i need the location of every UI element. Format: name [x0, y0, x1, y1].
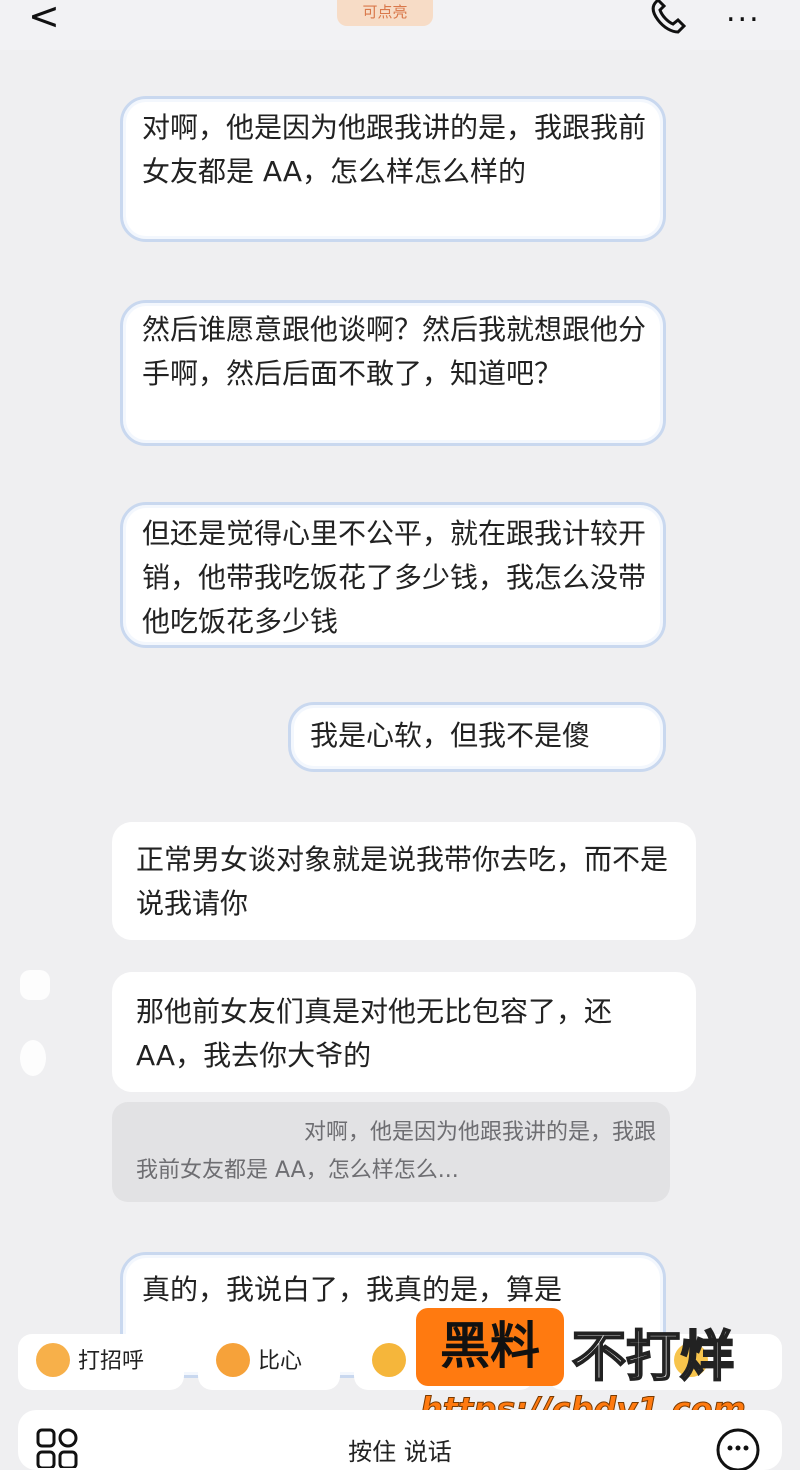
- quick-reply-greet[interactable]: 打招呼: [18, 1334, 184, 1390]
- smile-emoji-icon: [36, 1343, 70, 1377]
- quick-reply-label: 打招呼: [78, 1349, 145, 1374]
- watermark-box: 黑料: [416, 1308, 564, 1386]
- message-text: 然后谁愿意跟他谈啊？然后我就想跟他分手啊，然后后面不敢了，知道吧？: [142, 313, 647, 390]
- partial-element: [20, 1040, 46, 1076]
- hold-to-talk-button[interactable]: 按住 说话: [18, 1432, 782, 1467]
- keyboard-icon[interactable]: [714, 1426, 762, 1470]
- chat-header: < 可点亮 ...: [0, 0, 800, 50]
- heart-hands-emoji-icon: [216, 1343, 250, 1377]
- partial-element: [20, 970, 50, 1000]
- quote-text: 对啊，他是因为他跟我讲的是，我跟我前女友都是 AA，怎么样怎么...: [136, 1120, 657, 1183]
- back-icon[interactable]: <: [28, 0, 60, 35]
- more-icon[interactable]: ...: [726, 0, 761, 27]
- quick-reply-label: 比心: [258, 1349, 303, 1374]
- phone-icon[interactable]: [648, 0, 690, 34]
- message-text: 那他前女友们真是对他无比包容了，还 AA，我去你大爷的: [136, 995, 613, 1072]
- message-text: 我是心软，但我不是傻: [310, 719, 591, 752]
- quoted-message[interactable]: 对啊，他是因为他跟我讲的是，我跟我前女友都是 AA，怎么样怎么...: [112, 1102, 670, 1202]
- message-text: 对啊，他是因为他跟我讲的是，我跟我前女友都是 AA，怎么样怎么样的: [142, 111, 647, 188]
- thumbs-up-emoji-icon: [372, 1343, 406, 1377]
- message-text: 正常男女谈对象就是说我带你去吃，而不是说我请你: [136, 843, 669, 920]
- quick-reply-heart[interactable]: 比心: [198, 1334, 340, 1390]
- message-text: 但还是觉得心里不公平，就在跟我计较开销，他带我吃饭花了多少钱，我怎么没带他吃饭花…: [142, 517, 647, 638]
- watermark-text: 不打烊: [571, 1324, 735, 1389]
- input-bar: 按住 说话: [18, 1410, 782, 1470]
- top-badge[interactable]: 可点亮: [337, 0, 433, 26]
- message-text: 真的，我说白了，我真的是，算是: [142, 1273, 563, 1306]
